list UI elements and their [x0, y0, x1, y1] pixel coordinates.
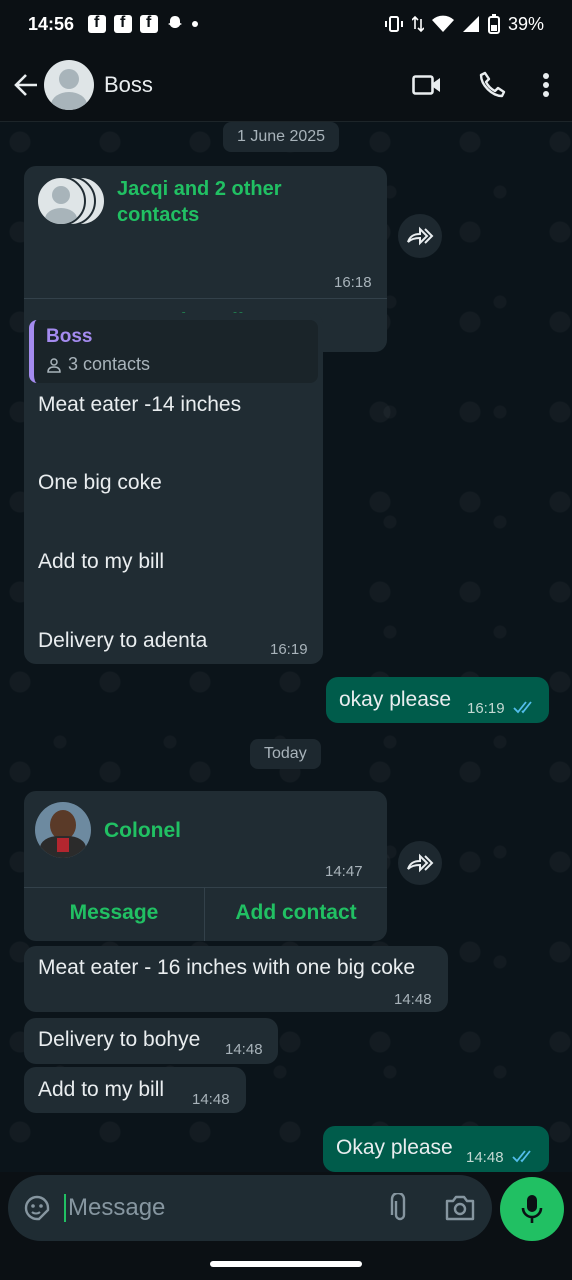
- message-line: Add to my bill: [38, 550, 165, 573]
- avatar[interactable]: [44, 59, 94, 110]
- vibrate-icon: [384, 16, 403, 32]
- phone-call-icon[interactable]: [478, 71, 506, 99]
- camera-icon[interactable]: [444, 1194, 476, 1222]
- outgoing-message[interactable]: Okay please 14:48: [323, 1126, 549, 1172]
- incoming-message[interactable]: Add to my bill 14:48: [24, 1067, 246, 1113]
- divider: [24, 298, 387, 299]
- facebook-notification-icon: [88, 14, 107, 33]
- message-time: 14:48: [394, 991, 432, 1008]
- battery-percent: 39%: [507, 13, 544, 34]
- date-chip: 1 June 2025: [223, 122, 340, 152]
- outgoing-message[interactable]: okay please 16:19: [326, 677, 549, 723]
- incoming-message[interactable]: Meat eater - 16 inches with one big coke…: [24, 946, 448, 1012]
- message-composer[interactable]: Message: [8, 1175, 492, 1241]
- message-line: Delivery to adenta: [38, 629, 208, 652]
- message-time: 14:47: [325, 863, 363, 880]
- message-time: 16:19: [270, 641, 308, 658]
- add-contact-button[interactable]: Add contact: [205, 901, 387, 925]
- stacked-avatars: [36, 176, 106, 228]
- message-text: Add to my bill: [38, 1078, 165, 1101]
- message-line: Meat eater -14 inches: [38, 393, 242, 416]
- message-text: Meat eater - 16 inches with one big coke: [38, 956, 416, 979]
- contact-name: Colonel: [104, 819, 181, 842]
- incoming-message[interactable]: Delivery to bohye 14:48: [24, 1018, 278, 1064]
- person-icon: [47, 357, 61, 373]
- read-ticks-icon: [512, 1150, 531, 1163]
- voice-message-button[interactable]: [500, 1177, 564, 1241]
- status-bar: 14:56 39%: [0, 0, 572, 48]
- message-text: Delivery to bohye: [38, 1028, 201, 1051]
- facebook-notification-icon: [140, 14, 159, 33]
- signal-icon: [462, 16, 479, 32]
- read-ticks-icon: [513, 701, 532, 714]
- message-time: 14:48: [192, 1091, 230, 1108]
- message-time: 14:48: [225, 1041, 263, 1058]
- message-time: 14:48: [466, 1149, 504, 1166]
- arrow-left-icon: [14, 73, 37, 96]
- chat-area[interactable]: 1 June 2025 Jacqi and 2 other contacts 1…: [0, 122, 572, 1172]
- message-input[interactable]: Message: [64, 1194, 165, 1222]
- facebook-notification-icon: [114, 14, 133, 33]
- battery-icon: [487, 14, 500, 34]
- notification-icons: [88, 14, 199, 33]
- message-time: 16:19: [467, 700, 505, 717]
- more-options-icon[interactable]: [542, 72, 550, 98]
- date-chip: Today: [250, 739, 321, 769]
- contact-photo: [35, 802, 91, 858]
- more-dot-icon: [192, 21, 199, 27]
- chat-header: Boss: [0, 48, 572, 122]
- message-contact-button[interactable]: Message: [24, 901, 204, 925]
- forward-button[interactable]: [398, 214, 442, 258]
- contact-names: Jacqi and 2 other contacts: [117, 178, 282, 226]
- quoted-subtitle: 3 contacts: [68, 354, 151, 374]
- status-time: 14:56: [28, 13, 75, 34]
- gesture-nav-bar[interactable]: [210, 1261, 362, 1267]
- message-text: Okay please: [336, 1136, 453, 1159]
- forward-button[interactable]: [398, 841, 442, 885]
- snapchat-icon: [168, 16, 183, 28]
- back-button[interactable]: [8, 72, 44, 98]
- data-arrows-icon: [411, 15, 424, 33]
- chat-title[interactable]: Boss: [104, 72, 153, 98]
- contact-card-message[interactable]: Colonel 14:47 Message Add contact: [24, 791, 387, 941]
- microphone-icon: [521, 1195, 543, 1223]
- divider: [24, 887, 387, 888]
- quoted-sender: Boss: [46, 326, 93, 347]
- attach-icon[interactable]: [390, 1193, 410, 1223]
- quoted-message[interactable]: Boss 3 contacts: [29, 320, 318, 383]
- message-time: 16:18: [334, 274, 372, 291]
- message-text: okay please: [339, 688, 452, 711]
- forward-icon: [407, 226, 434, 246]
- wifi-icon: [431, 15, 454, 32]
- video-call-icon[interactable]: [412, 73, 442, 97]
- sticker-icon[interactable]: [22, 1193, 52, 1223]
- message-line: One big coke: [38, 471, 162, 494]
- forward-icon: [407, 853, 434, 873]
- reply-message[interactable]: Boss 3 contacts Meat eater -14 inches On…: [24, 313, 323, 664]
- system-status: 39%: [384, 14, 544, 35]
